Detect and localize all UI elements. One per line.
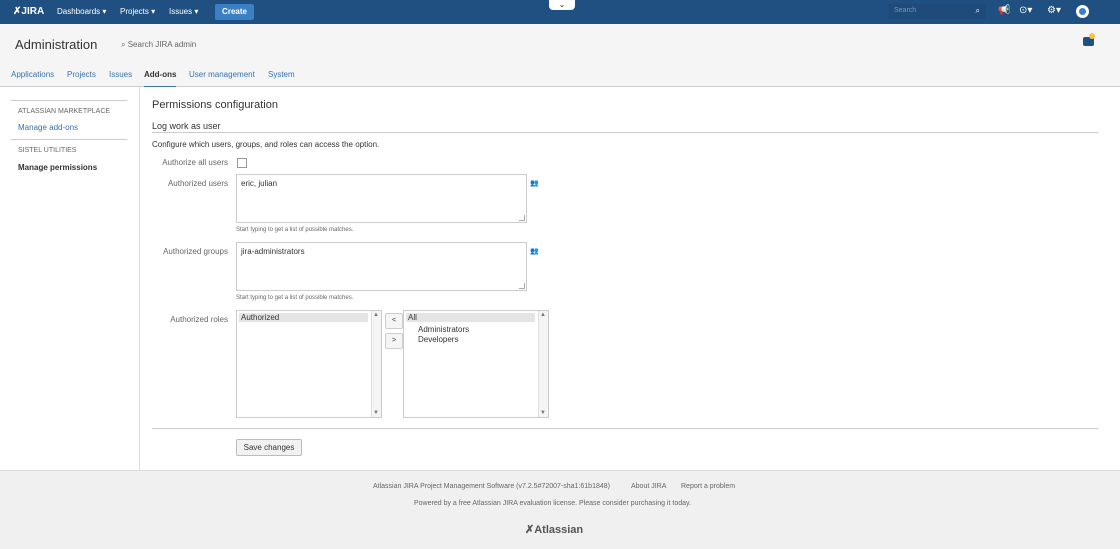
page-footer: Atlassian JIRA Project Management Softwa… (0, 470, 1120, 549)
avatar-icon (1079, 8, 1086, 15)
create-button[interactable]: Create (215, 4, 254, 20)
move-right-button[interactable]: > (385, 333, 403, 349)
user-avatar[interactable] (1076, 5, 1089, 18)
tab-system[interactable]: System (268, 70, 295, 79)
tab-user-management[interactable]: User management (189, 70, 255, 79)
help-icon[interactable]: ⊙▾ (1019, 5, 1032, 16)
page-title: Administration (15, 37, 98, 52)
atlassian-logo[interactable]: ✗Atlassian (525, 523, 583, 536)
footer-report-link[interactable]: Report a problem (681, 483, 735, 490)
footer-about-link[interactable]: About JIRA (631, 483, 666, 490)
nav-dashboards[interactable]: Dashboards ▾ (57, 7, 106, 16)
admin-sidebar: ATLASSIAN MARKETPLACE Manage add-ons SIS… (0, 87, 140, 470)
sidebar-divider (11, 139, 127, 140)
move-left-button[interactable]: < (385, 313, 403, 329)
authorize-all-label: Authorize all users (162, 158, 228, 167)
list-item[interactable]: Developers (418, 335, 458, 344)
section-divider (152, 132, 1098, 133)
scroll-up-icon[interactable]: ▲ (373, 312, 379, 318)
authorized-roles-scrollbar[interactable]: ▲ ▼ (371, 311, 381, 417)
gear-icon[interactable]: ⚙▾ (1047, 5, 1061, 16)
authorized-roles-label: Authorized roles (170, 315, 228, 324)
available-roles-list[interactable]: All Administrators Developers ▲ ▼ (403, 310, 549, 418)
list-item[interactable]: Authorized (239, 313, 368, 322)
user-picker-icon[interactable]: 👥 (530, 179, 539, 187)
section-heading: Log work as user (152, 121, 221, 131)
footer-version[interactable]: Atlassian JIRA Project Management Softwa… (373, 483, 610, 490)
sidebar-divider (11, 100, 127, 101)
tab-applications[interactable]: Applications (11, 70, 54, 79)
available-roles-scrollbar[interactable]: ▲ ▼ (538, 311, 548, 417)
admin-search-link[interactable]: ⌕ Search JIRA admin (121, 40, 196, 50)
page-heading: Permissions configuration (152, 99, 278, 111)
authorized-groups-label: Authorized groups (163, 247, 228, 256)
sidebar-item-manage-permissions[interactable]: Manage permissions (18, 163, 97, 172)
resize-handle-icon[interactable] (519, 215, 525, 221)
notification-badge (1089, 33, 1095, 39)
search-icon[interactable]: ⌕ (976, 6, 980, 16)
group-picker-icon[interactable]: 👥 (530, 247, 539, 255)
authorized-users-label: Authorized users (167, 179, 228, 188)
section-description: Configure which users, groups, and roles… (152, 140, 380, 149)
top-navigation-bar: ✗JIRA Dashboards ▾ Projects ▾ Issues ▾ C… (0, 0, 1120, 24)
jira-logo[interactable]: ✗JIRA (13, 6, 44, 17)
users-hint: Start typing to get a list of possible m… (236, 227, 354, 233)
sidebar-heading-marketplace: ATLASSIAN MARKETPLACE (18, 108, 111, 115)
authorized-groups-field[interactable]: jira-administrators (236, 242, 527, 291)
authorized-roles-list[interactable]: Authorized ▲ ▼ (236, 310, 382, 418)
form-divider (152, 428, 1098, 429)
groups-hint: Start typing to get a list of possible m… (236, 295, 354, 301)
sidebar-heading-sistel-utilities: SISTEL UTILITIES (18, 147, 77, 154)
search-placeholder: Search (894, 7, 917, 14)
authorized-users-value: eric, julian (241, 179, 278, 188)
scroll-down-icon[interactable]: ▼ (540, 410, 546, 416)
authorized-users-field[interactable]: eric, julian (236, 174, 527, 223)
authorize-all-checkbox[interactable] (237, 158, 247, 168)
collapse-header-icon[interactable]: ⌄ (549, 0, 575, 10)
atlassian-logo-icon: ✗ (525, 524, 535, 536)
list-group-header[interactable]: All (406, 313, 535, 322)
main-content: Permissions configuration Log work as us… (140, 87, 1120, 470)
authorized-groups-value: jira-administrators (241, 247, 305, 256)
nav-issues[interactable]: Issues ▾ (169, 7, 198, 16)
tab-projects[interactable]: Projects (67, 70, 96, 79)
megaphone-icon[interactable]: 📢 (998, 5, 1010, 16)
save-changes-button[interactable]: Save changes (236, 439, 302, 456)
notification-icon[interactable] (1083, 33, 1095, 46)
list-item[interactable]: Administrators (418, 325, 469, 334)
sidebar-item-manage-add-ons[interactable]: Manage add-ons (18, 123, 78, 132)
tab-add-ons[interactable]: Add-ons (144, 70, 177, 88)
search-input[interactable]: Search ⌕ (888, 4, 986, 19)
resize-handle-icon[interactable] (519, 283, 525, 289)
footer-license[interactable]: Powered by a free Atlassian JIRA evaluat… (414, 500, 691, 507)
scroll-up-icon[interactable]: ▲ (540, 312, 546, 318)
search-icon: ⌕ (121, 40, 128, 49)
tab-issues[interactable]: Issues (109, 70, 132, 79)
scroll-down-icon[interactable]: ▼ (373, 410, 379, 416)
nav-projects[interactable]: Projects ▾ (120, 7, 155, 16)
